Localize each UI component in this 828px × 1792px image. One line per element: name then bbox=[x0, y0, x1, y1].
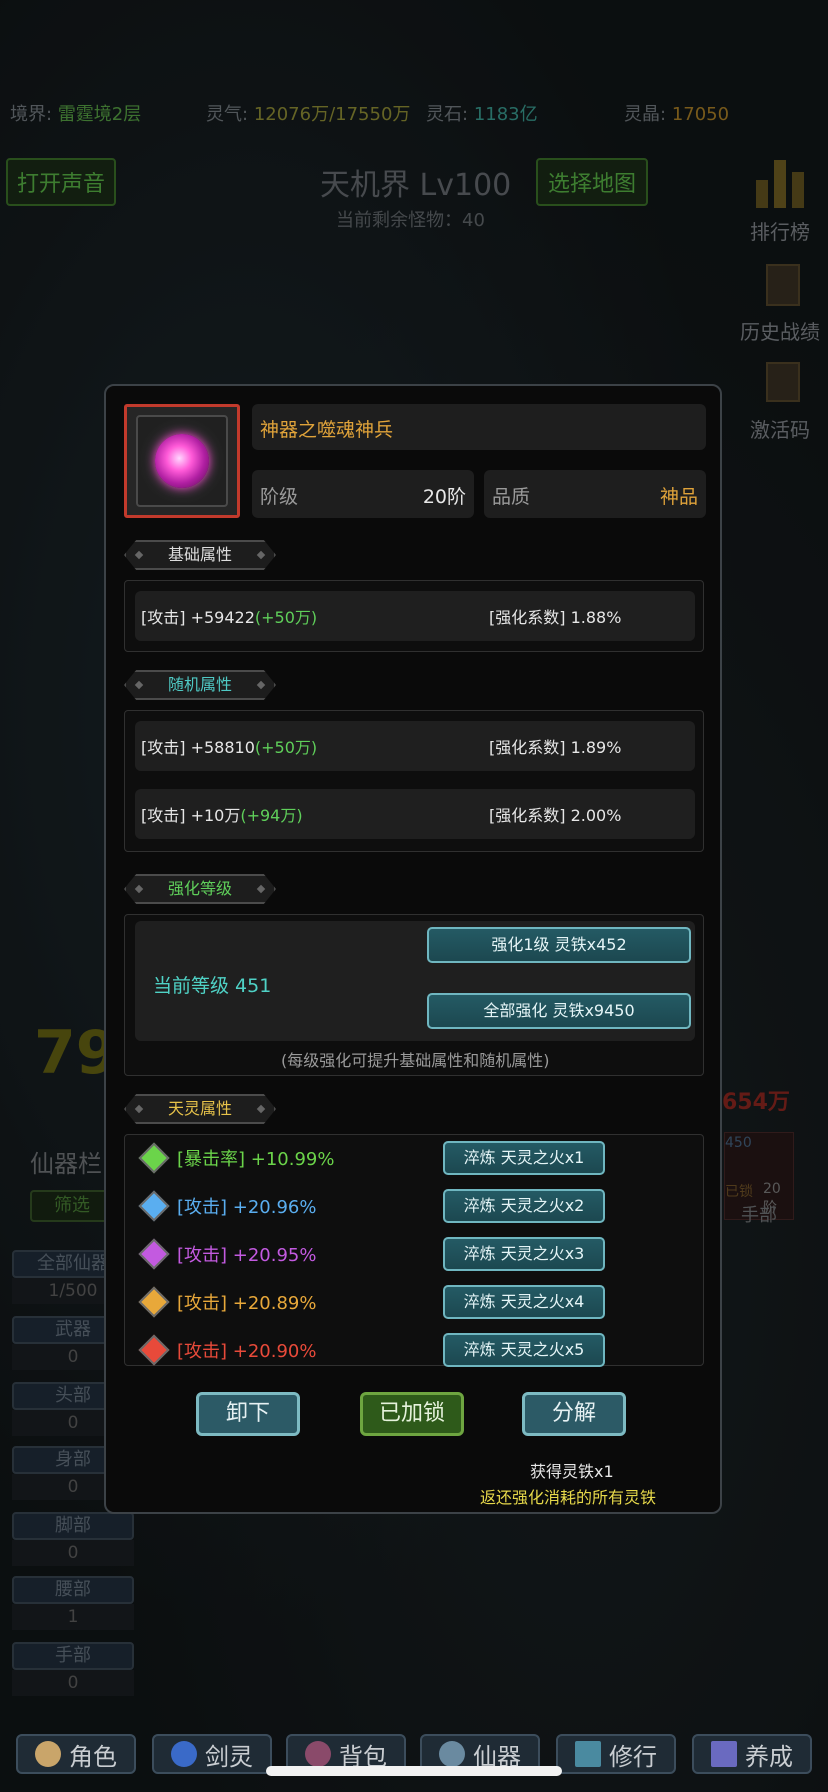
tag-dot-left bbox=[134, 1104, 144, 1114]
spirit-attr-text: [暴击率] +10.99% bbox=[177, 1149, 335, 1170]
character-icon bbox=[35, 1741, 61, 1767]
attr-plus: (+94万) bbox=[240, 806, 303, 825]
tag-label: 强化等级 bbox=[167, 879, 232, 898]
spirit-attr-text: [攻击] +20.90% bbox=[177, 1341, 317, 1362]
nav-label: 角色 bbox=[69, 1742, 117, 1771]
red-gem-icon bbox=[138, 1334, 170, 1366]
quality-value: 神品 bbox=[659, 486, 698, 508]
attr-coef: [强化系数] 1.88% bbox=[489, 608, 622, 627]
soul-orb bbox=[155, 434, 209, 488]
home-indicator[interactable] bbox=[266, 1766, 562, 1776]
tag-dot-right bbox=[256, 884, 266, 894]
tag-dot-left bbox=[134, 550, 144, 560]
refine-button[interactable]: 淬炼 天灵之火x5 bbox=[443, 1333, 605, 1367]
enhance-panel: 当前等级 451 强化1级 灵铁x452 全部强化 灵铁x9450 bbox=[135, 921, 695, 1041]
sword-spirit-icon bbox=[171, 1741, 197, 1767]
quality-label: 品质 bbox=[492, 486, 531, 508]
tag-dot-left bbox=[134, 680, 144, 690]
item-name: 神器之噬魂神兵 bbox=[252, 404, 706, 450]
nav-label: 修行 bbox=[609, 1742, 657, 1771]
green-gem-icon bbox=[138, 1142, 170, 1174]
attr-plus: (+50万) bbox=[254, 608, 318, 627]
attr-coef: [强化系数] 1.89% bbox=[489, 738, 622, 757]
tag-label: 随机属性 bbox=[167, 675, 232, 694]
unequip-button[interactable]: 卸下 bbox=[196, 1392, 300, 1436]
nav-character[interactable]: 角色 bbox=[16, 1734, 136, 1774]
spirit-attr-row: [暴击率] +10.99% 淬炼 天灵之火x1 bbox=[138, 1141, 699, 1175]
purple-gem-icon bbox=[138, 1238, 170, 1270]
nav-cultivation[interactable]: 修行 bbox=[556, 1734, 676, 1774]
spirit-attr-row: [攻击] +20.90% 淬炼 天灵之火x5 bbox=[138, 1333, 699, 1367]
attr-value: [攻击] +10万 bbox=[141, 806, 241, 825]
rank-label: 阶级 bbox=[260, 486, 299, 508]
orange-gem-icon bbox=[138, 1286, 170, 1318]
base-attr-tag: 基础属性 bbox=[124, 540, 276, 570]
nav-nurture[interactable]: 养成 bbox=[692, 1734, 812, 1774]
tag-dot-right bbox=[256, 1104, 266, 1114]
nurture-icon bbox=[711, 1741, 737, 1767]
attr-value: [攻击] +59422 bbox=[141, 608, 255, 627]
tag-dot-right bbox=[256, 680, 266, 690]
rank-value: 20阶 bbox=[422, 486, 466, 508]
nav-label: 养成 bbox=[745, 1742, 793, 1771]
random-attr-section: [攻击] +58810 (+50万) [强化系数] 1.89% [攻击] +10万… bbox=[124, 710, 704, 852]
tag-dot-right bbox=[256, 550, 266, 560]
nav-sword-spirit[interactable]: 剑灵 bbox=[152, 1734, 272, 1774]
tag-label: 基础属性 bbox=[167, 545, 232, 564]
spirit-attr-row: [攻击] +20.95% 淬炼 天灵之火x3 bbox=[138, 1237, 699, 1271]
enhance-level-tag: 强化等级 bbox=[124, 874, 276, 904]
nav-label: 剑灵 bbox=[205, 1742, 253, 1771]
quality-panel: 品质 神品 bbox=[484, 470, 706, 518]
refine-button[interactable]: 淬炼 天灵之火x4 bbox=[443, 1285, 605, 1319]
enhance-one-button[interactable]: 强化1级 灵铁x452 bbox=[427, 927, 691, 963]
refund-text: 返还强化消耗的所有灵铁 bbox=[480, 1488, 657, 1507]
spirit-attr-section: [暴击率] +10.99% 淬炼 天灵之火x1 [攻击] +20.96% 淬炼 … bbox=[124, 1134, 704, 1367]
cultivation-icon bbox=[575, 1741, 601, 1767]
refine-button[interactable]: 淬炼 天灵之火x1 bbox=[443, 1141, 605, 1175]
soul-orb-icon bbox=[136, 415, 228, 507]
spirit-attr-row: [攻击] +20.96% 淬炼 天灵之火x2 bbox=[138, 1189, 699, 1223]
current-level: 当前等级 451 bbox=[153, 975, 272, 997]
tag-dot-left bbox=[134, 884, 144, 894]
spirit-attr-tag: 天灵属性 bbox=[124, 1094, 276, 1124]
refine-button[interactable]: 淬炼 天灵之火x2 bbox=[443, 1189, 605, 1223]
refine-button[interactable]: 淬炼 天灵之火x3 bbox=[443, 1237, 605, 1271]
spirit-attr-text: [攻击] +20.96% bbox=[177, 1197, 317, 1218]
rank-panel: 阶级 20阶 bbox=[252, 470, 474, 518]
bag-icon bbox=[305, 1741, 331, 1767]
artifact-icon bbox=[439, 1741, 465, 1767]
attr-plus: (+50万) bbox=[254, 738, 318, 757]
base-attr-section: [攻击] +59422 (+50万) [强化系数] 1.88% bbox=[124, 580, 704, 652]
item-icon-frame bbox=[124, 404, 240, 518]
obtain-text: 获得灵铁x1 bbox=[530, 1462, 614, 1481]
enhance-all-button[interactable]: 全部强化 灵铁x9450 bbox=[427, 993, 691, 1029]
enhance-note: (每级强化可提升基础属性和随机属性) bbox=[281, 1051, 550, 1070]
random-attr-row: [攻击] +10万 (+94万) [强化系数] 2.00% bbox=[135, 789, 695, 839]
decompose-button[interactable]: 分解 bbox=[522, 1392, 626, 1436]
random-attr-tag: 随机属性 bbox=[124, 670, 276, 700]
locked-button[interactable]: 已加锁 bbox=[360, 1392, 464, 1436]
base-attr-row: [攻击] +59422 (+50万) [强化系数] 1.88% bbox=[135, 591, 695, 641]
item-detail-dialog: 神器之噬魂神兵 阶级 20阶 品质 神品 基础属性 [攻击] +59422 (+5… bbox=[104, 384, 722, 1514]
spirit-attr-text: [攻击] +20.89% bbox=[177, 1293, 317, 1314]
spirit-attr-row: [攻击] +20.89% 淬炼 天灵之火x4 bbox=[138, 1285, 699, 1319]
attr-value: [攻击] +58810 bbox=[141, 738, 255, 757]
blue-gem-icon bbox=[138, 1190, 170, 1222]
random-attr-row: [攻击] +58810 (+50万) [强化系数] 1.89% bbox=[135, 721, 695, 771]
spirit-attr-text: [攻击] +20.95% bbox=[177, 1245, 317, 1266]
attr-coef: [强化系数] 2.00% bbox=[489, 806, 622, 825]
tag-label: 天灵属性 bbox=[167, 1099, 232, 1118]
enhance-section: 当前等级 451 强化1级 灵铁x452 全部强化 灵铁x9450 (每级强化可… bbox=[124, 914, 704, 1076]
